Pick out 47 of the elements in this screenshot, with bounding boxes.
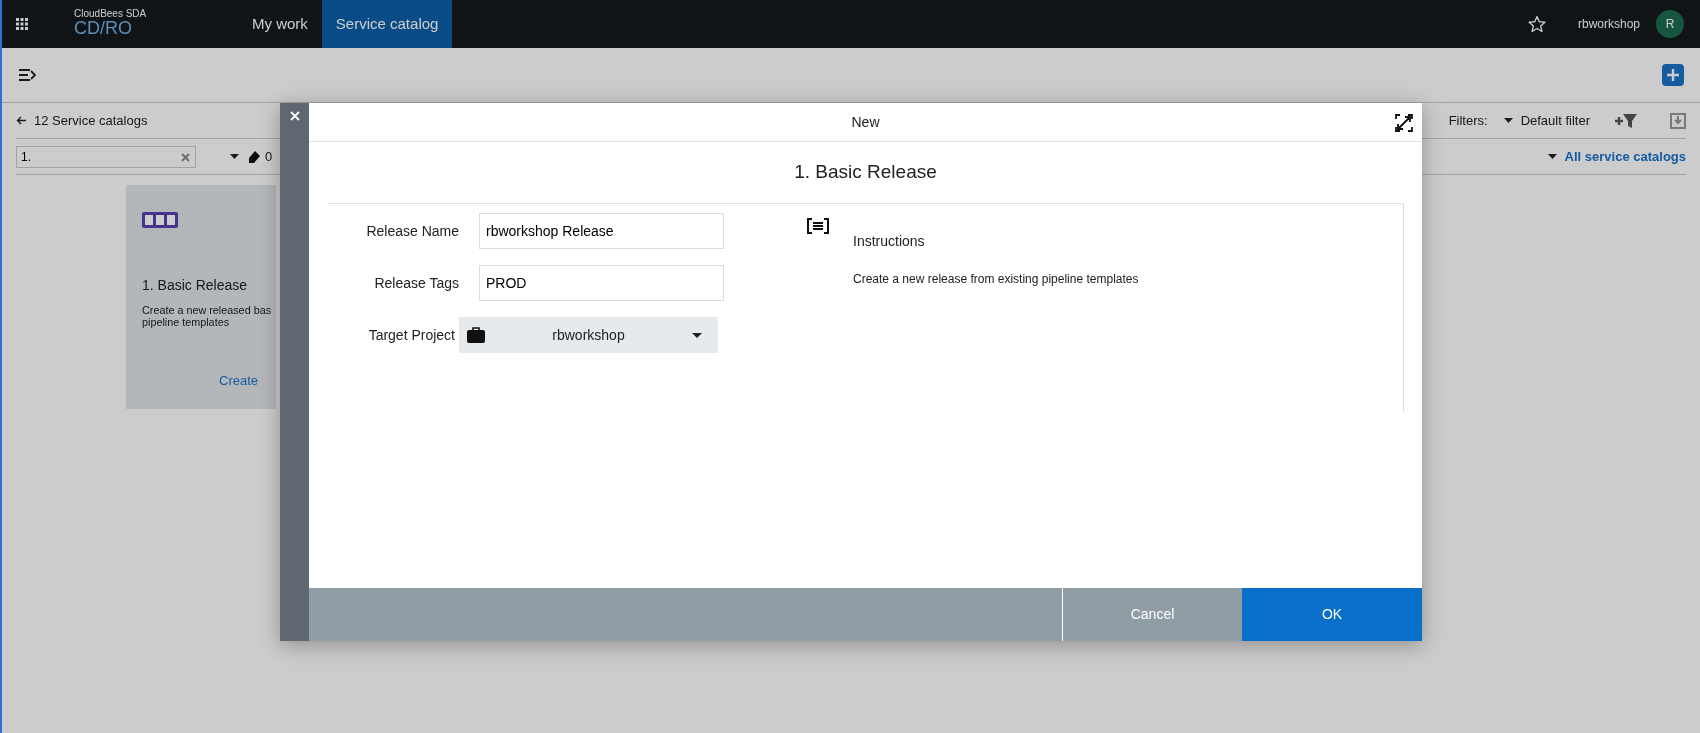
caret-icon — [1547, 154, 1557, 159]
instructions-title: Instructions — [853, 232, 926, 251]
user-avatar[interactable]: R — [1656, 10, 1684, 38]
user-name[interactable]: rbworkshop — [1577, 15, 1640, 33]
tag-icon[interactable] — [247, 149, 261, 164]
back-link[interactable]: 12 Service catalogs — [34, 110, 148, 131]
add-button[interactable] — [1662, 64, 1684, 86]
card-description: Create a new released bas — [142, 304, 273, 317]
catalog-card[interactable]: 1. Basic Release Create a new released bas pipeline templates Create — [126, 185, 276, 409]
tag-count: 0 — [265, 147, 273, 166]
caret-icon — [1503, 118, 1513, 123]
filters-label: Filters: — [1448, 111, 1488, 130]
form-heading: 1. Basic Release — [794, 160, 937, 185]
text-field[interactable]: rbworkshop Release — [479, 213, 724, 249]
release-icon — [142, 211, 178, 228]
filter-dropdown[interactable]: Default filter — [1503, 110, 1590, 131]
text-field[interactable]: PROD — [479, 265, 724, 301]
field-label: Release Tags — [373, 273, 460, 293]
instructions-icon — [807, 218, 829, 234]
caret-icon — [692, 332, 702, 338]
caret-icon[interactable] — [230, 154, 239, 159]
dialog-title: New — [851, 112, 880, 132]
nav-tab[interactable]: My work — [238, 0, 322, 48]
star-icon[interactable] — [1527, 15, 1546, 33]
card-description: pipeline templates — [142, 316, 231, 329]
plus-icon — [1666, 68, 1680, 82]
ok-button[interactable]: OK — [1242, 588, 1422, 641]
project-dropdown[interactable]: rbworkshop — [459, 317, 718, 353]
briefcase-icon — [467, 327, 485, 343]
field-label: Release Name — [365, 221, 460, 241]
clear-icon[interactable] — [181, 152, 190, 162]
product-name: CloudBees SDA — [74, 9, 148, 20]
card-title: 1. Basic Release — [142, 276, 249, 295]
close-icon[interactable] — [289, 111, 300, 121]
download-icon[interactable] — [1670, 112, 1686, 129]
instructions-text: Create a new release from existing pipeline templates — [853, 271, 1139, 288]
app-name: CD/RO — [74, 19, 133, 39]
create-link[interactable]: Create — [219, 370, 259, 391]
apps-grid-icon[interactable] — [16, 18, 28, 30]
search-field[interactable]: 1. — [16, 145, 196, 168]
back-arrow-icon[interactable] — [16, 116, 26, 125]
scope-dropdown[interactable]: All service catalogs — [1547, 146, 1686, 167]
field-label: Target Project — [367, 325, 456, 345]
nav-tab[interactable]: Service catalog — [321, 0, 453, 48]
expand-sidebar-icon[interactable] — [18, 68, 36, 82]
add-filter-icon[interactable] — [1614, 112, 1638, 129]
maximize-icon[interactable] — [1395, 114, 1413, 132]
